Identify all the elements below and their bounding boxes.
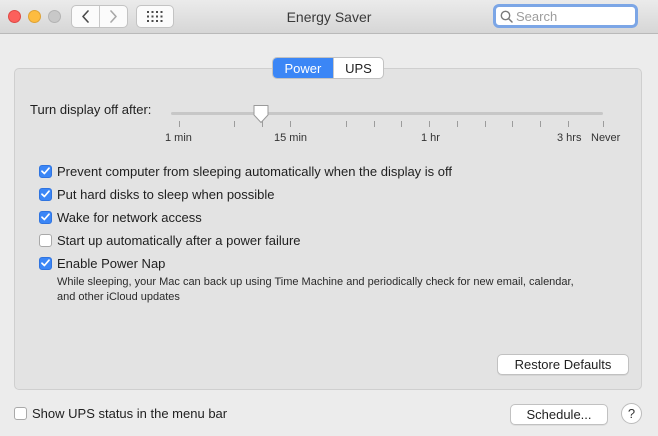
display-off-slider-thumb[interactable]: [252, 104, 270, 124]
slider-tick: [179, 121, 180, 127]
disk-sleep-checkbox[interactable]: [39, 187, 52, 201]
wake-network-label: Wake for network access: [57, 209, 202, 225]
tab-ups[interactable]: UPS: [332, 58, 383, 78]
auto-startup-option[interactable]: Start up automatically after a power fai…: [39, 232, 301, 248]
slider-tick: [540, 121, 541, 127]
schedule-button[interactable]: Schedule...: [510, 404, 608, 425]
slider-tick: [485, 121, 486, 127]
checkmark-icon: [41, 167, 50, 175]
tab-selector: Power UPS: [272, 57, 384, 79]
search-field[interactable]: [493, 4, 638, 28]
grid-icon: [147, 11, 163, 22]
minimize-window-button[interactable]: [28, 10, 41, 23]
tick-label-never: Never: [591, 132, 621, 144]
prevent-sleep-label: Prevent computer from sleeping automatic…: [57, 163, 453, 179]
show-all-button[interactable]: [136, 5, 174, 28]
power-nap-checkbox[interactable]: [39, 256, 52, 270]
display-off-slider-track[interactable]: [171, 112, 603, 115]
wake-network-checkbox[interactable]: [39, 210, 52, 224]
tick-label-1-min: 1 min: [165, 132, 192, 144]
search-input[interactable]: [516, 8, 626, 24]
display-off-label: Turn display off after:: [30, 102, 152, 117]
slider-tick: [401, 121, 402, 127]
back-button[interactable]: [72, 6, 99, 27]
checkmark-icon: [41, 190, 50, 198]
close-window-button[interactable]: [8, 10, 21, 23]
restore-defaults-button[interactable]: Restore Defaults: [497, 354, 629, 375]
wake-network-option[interactable]: Wake for network access: [39, 209, 202, 225]
slider-tick: [374, 121, 375, 127]
slider-tick: [290, 121, 291, 127]
prevent-sleep-option[interactable]: Prevent computer from sleeping automatic…: [39, 163, 452, 179]
prevent-sleep-checkbox[interactable]: [39, 164, 52, 178]
slider-tick: [234, 121, 235, 127]
checkmark-icon: [41, 259, 50, 267]
slider-tick: [568, 121, 569, 127]
navigation-buttons: [71, 5, 128, 28]
auto-startup-label: Start up automatically after a power fai…: [57, 232, 301, 248]
power-nap-option[interactable]: Enable Power Nap: [39, 255, 165, 271]
checkmark-icon: [41, 213, 50, 221]
ups-status-checkbox[interactable]: [14, 407, 27, 420]
help-button[interactable]: ?: [621, 403, 642, 424]
tick-label-3-hrs: 3 hrs: [557, 132, 582, 144]
slider-tick: [429, 121, 430, 127]
power-nap-label: Enable Power Nap: [57, 255, 166, 271]
forward-button[interactable]: [99, 6, 127, 27]
auto-startup-checkbox[interactable]: [39, 233, 52, 247]
window-title: Energy Saver: [286, 9, 372, 25]
disk-sleep-label: Put hard disks to sleep when possible: [57, 186, 275, 202]
power-nap-description: While sleeping, your Mac can back up usi…: [57, 276, 574, 303]
slider-tick: [346, 121, 347, 127]
chevron-right-icon: [110, 10, 117, 23]
slider-tick: [512, 121, 513, 127]
search-icon: [500, 10, 513, 23]
ups-status-option[interactable]: Show UPS status in the menu bar: [14, 406, 227, 421]
disk-sleep-option[interactable]: Put hard disks to sleep when possible: [39, 186, 275, 202]
tick-label-15-min: 15 min: [274, 132, 308, 144]
tab-power[interactable]: Power: [273, 58, 333, 78]
slider-tick: [603, 121, 604, 127]
tick-label-1-hr: 1 hr: [421, 132, 440, 144]
slider-tick: [457, 121, 458, 127]
chevron-left-icon: [82, 10, 89, 23]
title-bar: Energy Saver: [0, 0, 658, 34]
ups-status-label: Show UPS status in the menu bar: [32, 406, 228, 421]
zoom-window-button[interactable]: [48, 10, 61, 23]
